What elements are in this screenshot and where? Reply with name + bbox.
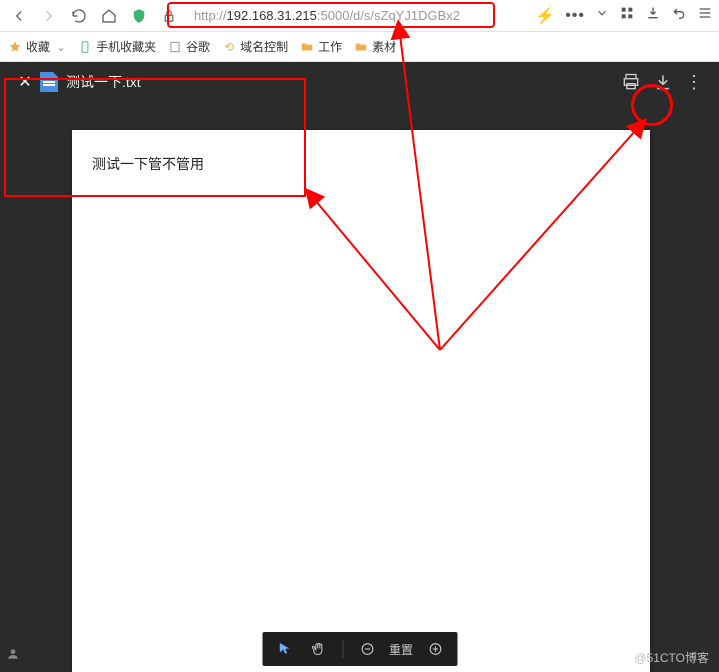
filename: 测试一下.txt — [66, 72, 141, 92]
lightning-icon[interactable]: ⚡ — [535, 6, 555, 26]
url-prefix: http:// — [194, 8, 227, 23]
bookmark-google[interactable]: 谷歌 — [168, 38, 210, 55]
chevron-down-icon: ⌄ — [56, 40, 66, 54]
url-host: 192.168.31.215 — [227, 8, 317, 23]
shield-icon[interactable] — [126, 3, 152, 29]
page-icon — [168, 40, 182, 54]
viewer-scroll[interactable]: 测试一下管不管用 — [0, 102, 719, 672]
viewer-bottom-controls: 重置 — [262, 632, 457, 666]
download-button[interactable] — [647, 66, 679, 98]
zoom-in[interactable] — [421, 635, 449, 663]
menu-hamburger-icon[interactable] — [697, 5, 713, 26]
home-button[interactable] — [96, 3, 122, 29]
more-dots[interactable]: ••• — [565, 7, 585, 25]
viewer-header: ✕ 测试一下.txt ⋮ — [0, 62, 719, 102]
chevron-down-icon[interactable] — [595, 6, 609, 25]
bookmark-fav[interactable]: 收藏⌄ — [8, 38, 66, 55]
forward-button[interactable] — [36, 3, 62, 29]
bookmark-mobile[interactable]: 手机收藏夹 — [78, 38, 156, 55]
bookmark-domain[interactable]: ⟲域名控制 — [222, 38, 288, 55]
kebab-menu[interactable]: ⋮ — [679, 72, 709, 93]
file-icon — [40, 72, 58, 92]
pointer-tool[interactable] — [270, 635, 298, 663]
hand-tool[interactable] — [304, 635, 332, 663]
close-icon[interactable]: ✕ — [10, 72, 40, 92]
back-button[interactable] — [6, 3, 32, 29]
download-browser-icon[interactable] — [645, 5, 661, 26]
url-bar[interactable]: http://192.168.31.215:5000/d/s/sZqYJ1DGB… — [186, 4, 527, 28]
url-path: :5000/d/s/sZqYJ1DGBx2 — [317, 8, 460, 23]
phone-icon — [78, 40, 92, 54]
file-label: 测试一下.txt — [40, 72, 141, 92]
bookmark-work[interactable]: 工作 — [300, 38, 342, 55]
link-icon: ⟲ — [222, 40, 236, 54]
print-button[interactable] — [615, 66, 647, 98]
browser-toolbar: http://192.168.31.215:5000/d/s/sZqYJ1DGB… — [0, 0, 719, 32]
reset-zoom[interactable]: 重置 — [387, 641, 415, 658]
document-text: 测试一下管不管用 — [72, 130, 650, 198]
user-icon — [6, 647, 20, 666]
undo-browser-icon[interactable] — [671, 5, 687, 26]
bookmarks-bar: 收藏⌄ 手机收藏夹 谷歌 ⟲域名控制 工作 素材 — [0, 32, 719, 62]
zoom-out[interactable] — [353, 635, 381, 663]
grid-icon[interactable] — [619, 5, 635, 26]
folder-icon — [354, 40, 368, 54]
star-icon — [8, 40, 22, 54]
lock-icon — [156, 3, 182, 29]
folder-icon — [300, 40, 314, 54]
bookmark-material[interactable]: 素材 — [354, 38, 396, 55]
watermark: @51CTO博客 — [634, 649, 709, 666]
reload-button[interactable] — [66, 3, 92, 29]
document-page: 测试一下管不管用 — [72, 130, 650, 672]
file-viewer: ✕ 测试一下.txt ⋮ 测试一下管不管用 重置 — [0, 62, 719, 672]
